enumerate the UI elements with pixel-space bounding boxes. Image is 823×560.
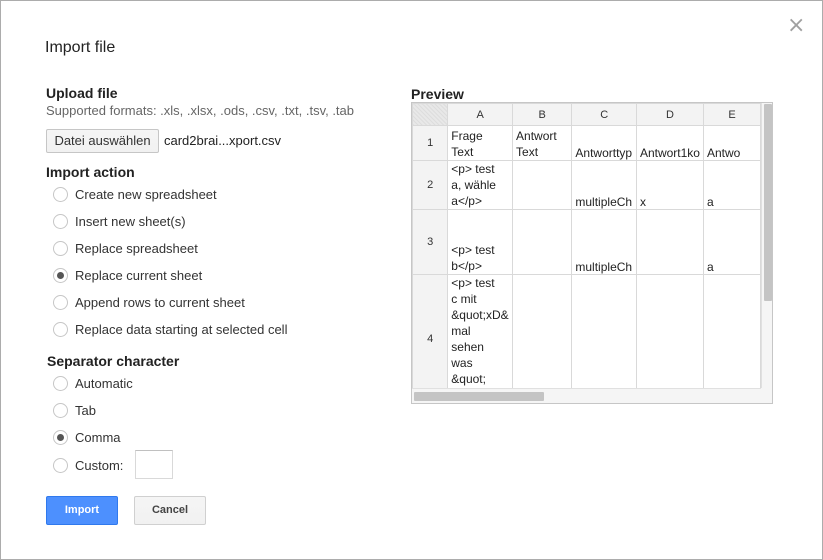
table-cell: <p> test a, wähle a</p>: [447, 160, 514, 210]
table-cell: [702, 274, 761, 388]
table-cell: Antwort1ko: [635, 125, 704, 161]
table-cell: <p> test c mit &quot;xD& mal sehen was &quot;: [447, 274, 514, 388]
table-row: 1 Frage Text Antwort Text Antworttyp Antwo…: [412, 125, 761, 161]
vertical-scrollbar-thumb[interactable]: [764, 104, 772, 301]
radio-button-checked[interactable]: [53, 267, 68, 283]
radio-replace-spreadsheet[interactable]: Replace spreadsheet: [53, 239, 198, 257]
supported-formats-text: Supported formats: .xls, .xlsx, .ods, .c…: [46, 103, 355, 118]
radio-label: Automatic: [75, 375, 133, 391]
table-cell: multipleCh: [571, 160, 637, 210]
custom-separator-input[interactable]: [135, 450, 173, 479]
horizontal-scrollbar-thumb[interactable]: [414, 392, 544, 401]
table-cell: x: [635, 160, 704, 210]
scrollbar-corner: [761, 388, 772, 403]
radio-create-new-spreadsheet[interactable]: Create new spreadsheet: [53, 185, 217, 203]
radio-label: Append rows to current sheet: [75, 294, 245, 310]
radio-replace-data-at-cell[interactable]: Replace data starting at selected cell: [53, 320, 287, 338]
column-header: B: [512, 103, 573, 126]
table-cell: Antwort Text: [512, 125, 573, 161]
radio-separator-custom[interactable]: Custom:: [53, 456, 123, 474]
table-cell: Frage Text: [447, 125, 514, 161]
dialog-title: Import file: [45, 39, 116, 56]
upload-file-heading: Upload file: [46, 85, 118, 101]
radio-label: Replace current sheet: [75, 267, 203, 283]
table-cell: [635, 274, 704, 388]
table-cell: Antworttyp: [571, 125, 637, 161]
radio-button[interactable]: [53, 402, 68, 418]
import-action-heading: Import action: [46, 164, 135, 180]
vertical-scrollbar[interactable]: [761, 103, 772, 388]
selected-file-name: card2brai...xport.csv: [164, 133, 282, 148]
table-cell: [512, 160, 573, 210]
column-header: E: [702, 103, 761, 126]
radio-insert-new-sheets[interactable]: Insert new sheet(s): [53, 212, 186, 230]
horizontal-scrollbar[interactable]: [412, 388, 761, 403]
radio-separator-tab[interactable]: Tab: [53, 401, 96, 419]
radio-label: Create new spreadsheet: [75, 186, 217, 202]
import-file-dialog: × Import file Upload file Supported form…: [0, 0, 823, 560]
radio-replace-current-sheet[interactable]: Replace current sheet: [53, 266, 202, 284]
radio-append-rows[interactable]: Append rows to current sheet: [53, 293, 245, 311]
column-header: D: [635, 103, 704, 126]
table-cell: a: [702, 160, 761, 210]
column-header: A: [447, 103, 514, 126]
grid-corner: [412, 103, 449, 126]
radio-button[interactable]: [53, 375, 68, 391]
preview-table: A B C D E 1 Frage Text Antwort Text Antwor…: [412, 103, 761, 388]
row-header: 2: [412, 160, 449, 210]
radio-label: Comma: [75, 429, 121, 445]
radio-label: Replace spreadsheet: [75, 240, 198, 256]
table-cell: <p> test b</p>: [447, 209, 514, 275]
table-cell: [512, 274, 573, 388]
row-header: 4: [412, 274, 449, 388]
radio-button[interactable]: [53, 294, 68, 310]
separator-character-heading: Separator character: [47, 353, 180, 369]
table-cell: [635, 209, 704, 275]
radio-label: Custom:: [75, 457, 124, 473]
radio-button[interactable]: [53, 240, 68, 256]
radio-label: Replace data starting at selected cell: [75, 321, 288, 337]
radio-button[interactable]: [53, 213, 68, 229]
preview-grid: A B C D E 1 Frage Text Antwort Text Antwor…: [411, 102, 773, 404]
choose-file-button[interactable]: Datei auswählen: [46, 129, 159, 153]
import-button[interactable]: Import: [46, 496, 118, 525]
preview-heading: Preview: [411, 86, 464, 102]
table-row: 2 <p> test a, wähle a</p> multipleCh x a: [412, 160, 761, 210]
table-row: 4 <p> test c mit &quot;xD& mal sehen was &quot…: [412, 274, 761, 388]
radio-button[interactable]: [53, 457, 68, 473]
radio-label: Insert new sheet(s): [75, 213, 186, 229]
radio-label: Tab: [75, 402, 96, 418]
radio-button-checked[interactable]: [53, 429, 68, 445]
radio-separator-comma[interactable]: Comma: [53, 428, 121, 446]
radio-button[interactable]: [53, 321, 68, 337]
cancel-button[interactable]: Cancel: [134, 496, 206, 525]
row-header: 1: [412, 125, 449, 161]
column-header: C: [571, 103, 637, 126]
table-cell: Antwo: [702, 125, 761, 161]
radio-separator-automatic[interactable]: Automatic: [53, 374, 133, 392]
table-cell: multipleCh: [571, 209, 637, 275]
radio-button[interactable]: [53, 186, 68, 202]
preview-table-viewport: A B C D E 1 Frage Text Antwort Text Antwor…: [412, 103, 761, 388]
table-cell: [571, 274, 637, 388]
table-cell: [512, 209, 573, 275]
table-row: 3 <p> test b</p> multipleCh a: [412, 209, 761, 275]
close-icon[interactable]: ×: [787, 15, 805, 37]
table-cell: a: [702, 209, 761, 275]
row-header: 3: [412, 209, 449, 275]
